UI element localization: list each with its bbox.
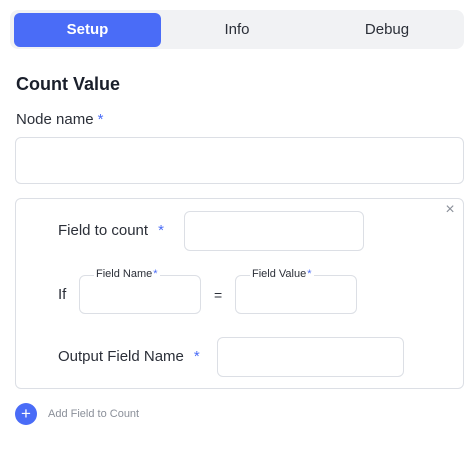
tab-info[interactable]: Info bbox=[161, 13, 313, 47]
node-name-label: Node name * bbox=[16, 111, 103, 128]
required-mark: * bbox=[193, 348, 200, 365]
node-name-input[interactable] bbox=[15, 137, 464, 184]
required-mark: * bbox=[307, 268, 312, 280]
tab-bar: Setup Info Debug bbox=[10, 10, 464, 49]
field-to-count-input[interactable] bbox=[184, 211, 364, 251]
field-name-input[interactable] bbox=[80, 276, 200, 313]
required-mark: * bbox=[97, 111, 104, 128]
close-icon[interactable]: × bbox=[441, 201, 459, 219]
add-field-icon[interactable]: + bbox=[15, 403, 37, 425]
count-field-card: × Field to count * If Field Name* = Field… bbox=[15, 198, 464, 389]
section-title: Count Value bbox=[16, 74, 121, 94]
add-field-to-count-link[interactable]: Add Field to Count bbox=[48, 408, 139, 420]
output-field-name-input[interactable] bbox=[217, 337, 404, 377]
field-value-fieldset: Field Value* bbox=[235, 268, 357, 314]
required-mark: * bbox=[153, 268, 158, 280]
output-field-name-label: Output Field Name * bbox=[58, 348, 200, 365]
field-value-input[interactable] bbox=[236, 276, 356, 313]
tab-setup[interactable]: Setup bbox=[14, 13, 161, 47]
tab-debug[interactable]: Debug bbox=[313, 13, 461, 47]
equals-operator: = bbox=[214, 287, 223, 303]
output-field-name-label-text: Output Field Name bbox=[58, 348, 184, 365]
field-to-count-label: Field to count * bbox=[58, 222, 164, 239]
field-name-legend: Field Name* bbox=[94, 268, 160, 280]
required-mark: * bbox=[158, 222, 164, 239]
field-name-fieldset: Field Name* bbox=[79, 268, 201, 314]
field-value-legend-text: Field Value bbox=[252, 268, 307, 280]
if-label: If bbox=[58, 286, 67, 303]
field-to-count-label-text: Field to count bbox=[58, 222, 149, 239]
field-value-legend: Field Value* bbox=[250, 268, 314, 280]
field-name-legend-text: Field Name bbox=[96, 268, 153, 280]
node-name-label-text: Node name bbox=[16, 111, 94, 128]
